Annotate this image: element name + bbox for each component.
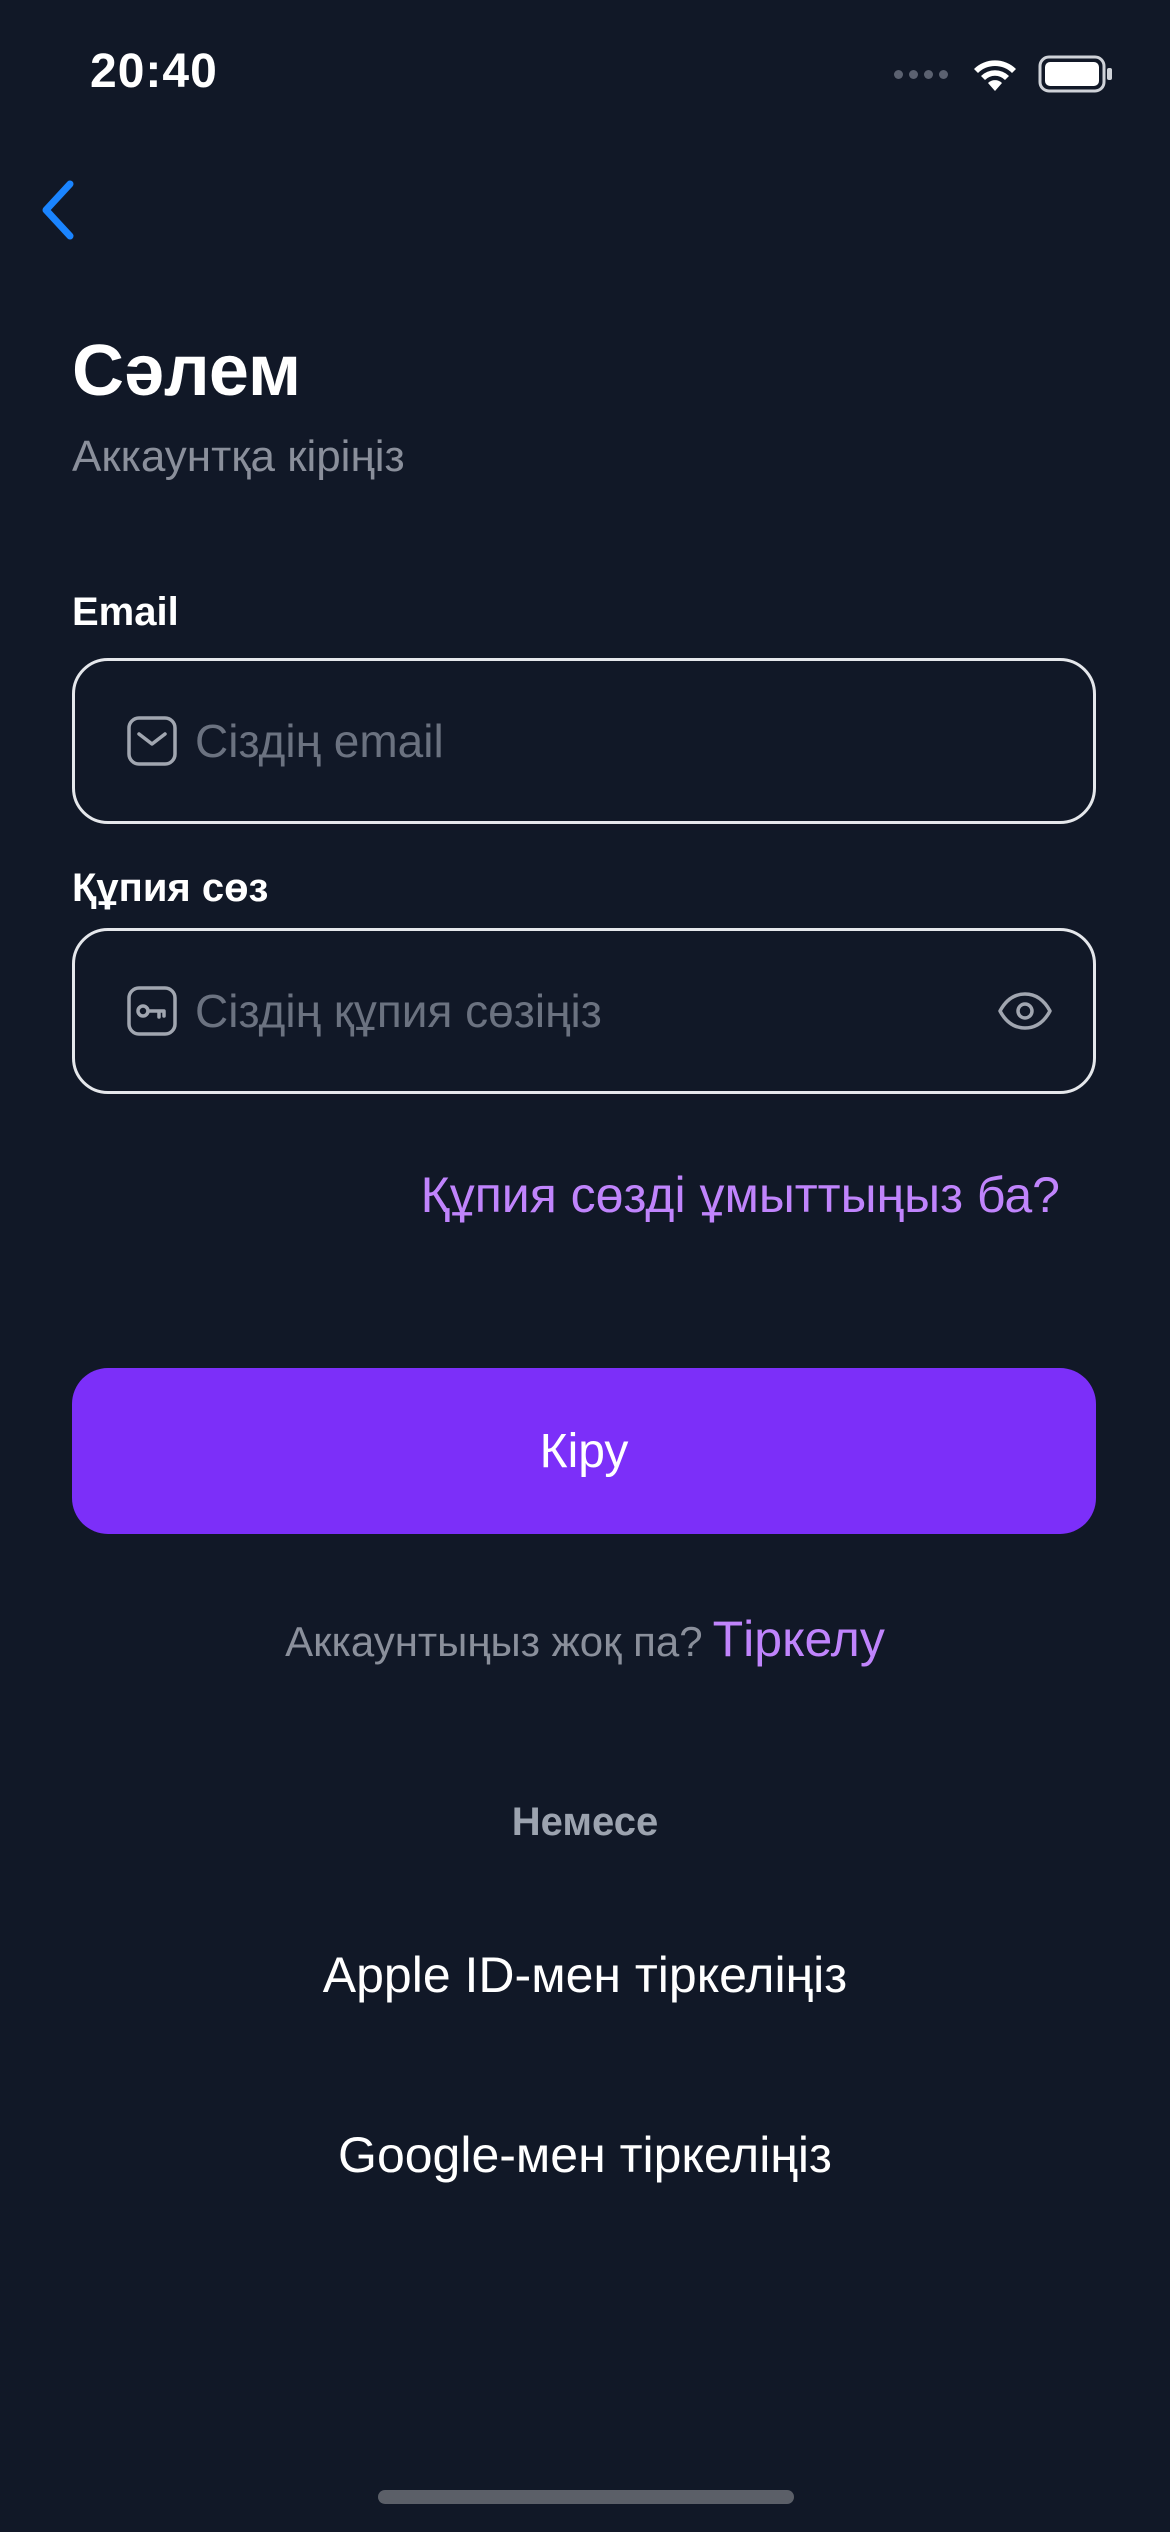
email-field-container[interactable] [72, 658, 1096, 824]
page-subtitle: Аккаунтқа кіріңіз [72, 432, 405, 481]
signup-link[interactable]: Тіркелу [713, 1611, 885, 1667]
signup-row: Аккаунтыңыз жоқ па? Тіркелу [0, 1610, 1170, 1668]
wifi-icon [974, 60, 1016, 91]
cellular-signal-icon [894, 69, 948, 79]
or-divider-label: Немесе [511, 1800, 659, 1844]
back-button[interactable] [18, 170, 98, 250]
signup-prompt: Аккаунтыңыз жоқ па? [285, 1618, 703, 1665]
email-label: Email [72, 590, 179, 634]
password-input[interactable] [195, 984, 993, 1038]
forgot-password-link[interactable]: Құпия сөзді ұмыттыңыз ба? [421, 1166, 1060, 1224]
google-signin-button[interactable]: Google-мен тіркеліңіз [0, 2126, 1170, 2184]
show-password-button[interactable] [993, 979, 1057, 1043]
eye-icon [998, 992, 1052, 1030]
mail-icon [125, 714, 179, 768]
status-icons [894, 52, 1114, 96]
page-title: Сәлем [72, 331, 302, 411]
apple-signin-button[interactable]: Apple ID-мен тіркеліңіз [0, 1946, 1170, 2004]
chevron-left-icon [42, 180, 74, 240]
email-input[interactable] [195, 714, 1057, 768]
key-icon [125, 984, 179, 1038]
status-time: 20:40 [90, 45, 218, 98]
status-bar: 20:40 [0, 0, 1170, 150]
login-button[interactable]: Кіру [72, 1368, 1096, 1534]
password-label: Құпия сөз [72, 866, 269, 910]
password-field-container[interactable] [72, 928, 1096, 1094]
battery-icon [1038, 55, 1112, 93]
home-indicator[interactable] [378, 2490, 794, 2504]
